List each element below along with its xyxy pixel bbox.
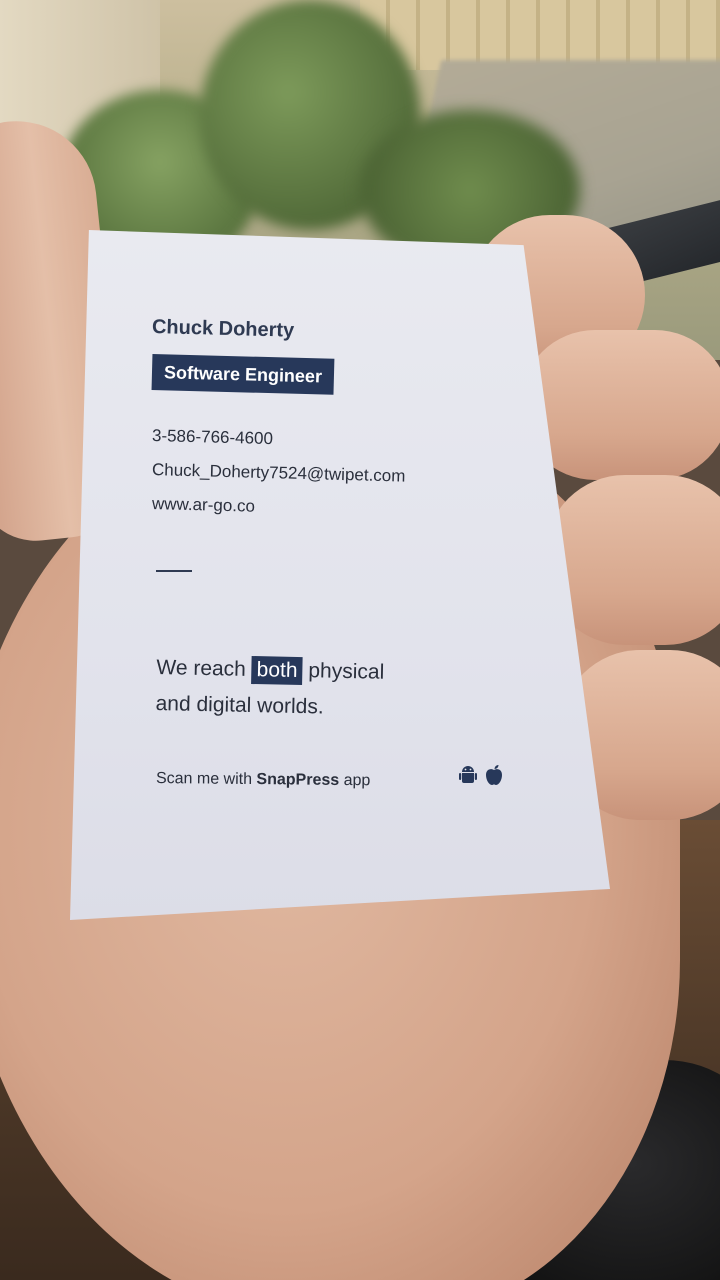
card-name: Chuck Doherty (151, 316, 295, 342)
android-icon (459, 766, 477, 783)
tagline-highlight: both (251, 656, 303, 686)
card-email: Chuck_Doherty7524@twipet.com (151, 460, 406, 486)
card-website: www.ar-go.co (151, 494, 256, 516)
card-scan-text: Scan me with SnapPress app (156, 770, 371, 790)
tagline-part1: We reach (156, 656, 252, 681)
photo-scene: Chuck Doherty Software Engineer 3-586-76… (0, 0, 720, 1280)
apple-icon (486, 765, 502, 785)
business-card: Chuck Doherty Software Engineer 3-586-76… (70, 230, 610, 920)
card-phone: 3-586-766-4600 (151, 426, 274, 449)
card-platform-icons (458, 764, 504, 786)
tagline-line2: and digital worlds. (155, 691, 324, 719)
scan-prefix: Scan me with (155, 770, 257, 789)
card-tagline: We reach both physical and digital world… (155, 650, 384, 727)
tagline-part2: physical (302, 659, 385, 684)
card-divider (156, 570, 192, 572)
scan-suffix: app (339, 771, 371, 790)
scan-app-name: SnapPress (256, 771, 340, 789)
card-job-title: Software Engineer (151, 354, 335, 395)
